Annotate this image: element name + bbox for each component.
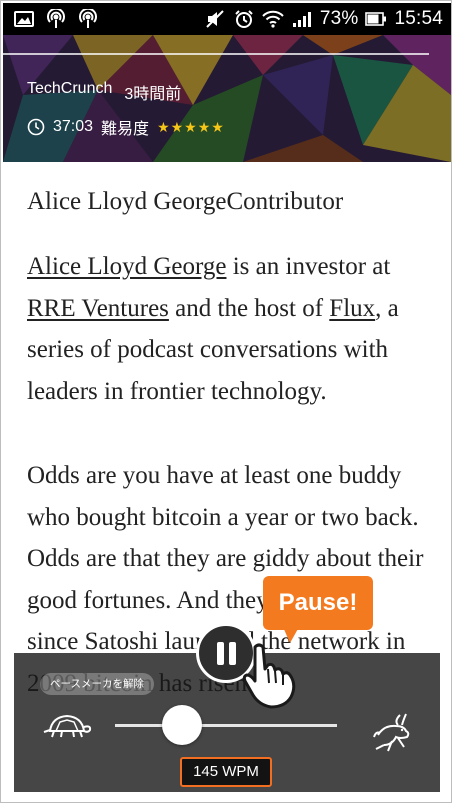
image-icon xyxy=(13,9,35,29)
reading-duration: 37:03 xyxy=(53,118,94,135)
source-line: TechCrunch 3時間前 xyxy=(27,80,181,104)
podcast-icon xyxy=(77,9,99,29)
clock-icon xyxy=(27,118,45,136)
speed-slider-track[interactable] xyxy=(115,724,337,727)
article-paragraph: Alice Lloyd George is an investor at RRE… xyxy=(27,253,399,405)
pause-tooltip: Pause! xyxy=(263,576,373,630)
status-bar: 73% 15:54 xyxy=(3,3,451,35)
source-name[interactable]: TechCrunch xyxy=(27,80,112,104)
author-byline: Alice Lloyd GeorgeContributor xyxy=(27,188,344,215)
battery-icon xyxy=(365,9,387,29)
pause-icon xyxy=(217,642,224,665)
article-header: TechCrunch 3時間前 37:03 難易度 ★★★★★ xyxy=(3,35,451,162)
podcast-icon xyxy=(45,9,67,29)
difficulty-label: 難易度 xyxy=(101,121,150,138)
flux-link[interactable]: Flux xyxy=(329,295,375,322)
published-age: 3時間前 xyxy=(124,86,182,103)
clock-time: 15:54 xyxy=(394,8,443,29)
battery-percent: 73% xyxy=(319,8,359,29)
rabbit-icon[interactable] xyxy=(370,711,414,753)
meta-line: 37:03 難易度 ★★★★★ xyxy=(27,115,225,139)
rre-ventures-link[interactable]: RRE Ventures xyxy=(27,295,169,322)
tap-hand-icon xyxy=(235,639,309,713)
alarm-icon xyxy=(233,9,255,29)
speed-slider-thumb[interactable] xyxy=(161,705,202,745)
reading-progress-line xyxy=(3,53,429,55)
release-pacemaker-button[interactable]: ペースメーカを解除 xyxy=(40,673,154,695)
wpm-readout: 145 WPM xyxy=(180,757,272,787)
wifi-icon xyxy=(262,9,284,29)
difficulty-stars: ★★★★★ xyxy=(157,118,225,135)
app-frame: 73% 15:54 TechCrunch 3時間前 37:03 難易度 ★★★★… xyxy=(0,0,452,803)
mute-icon xyxy=(204,9,226,29)
author-link[interactable]: Alice Lloyd George xyxy=(27,253,226,280)
turtle-icon[interactable] xyxy=(42,711,92,741)
signal-icon xyxy=(291,9,313,29)
